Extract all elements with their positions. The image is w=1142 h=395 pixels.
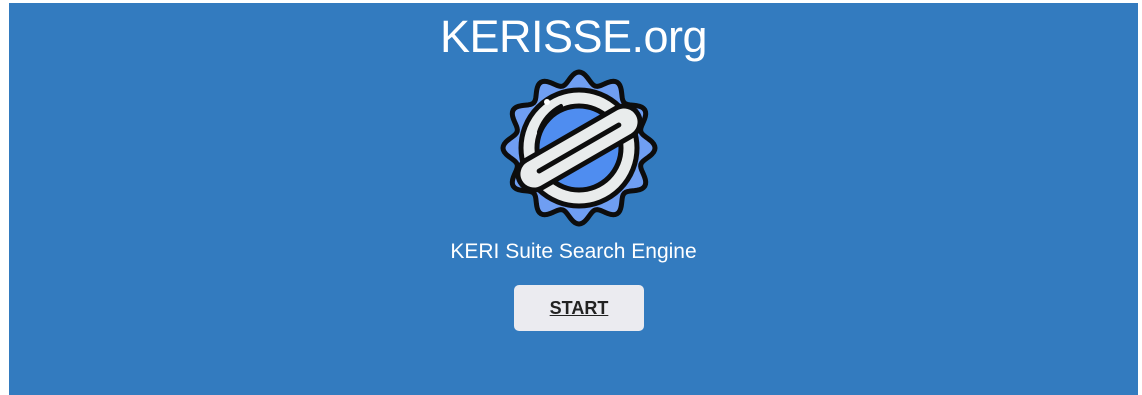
seal-badge-icon	[500, 69, 658, 227]
site-title: KERISSE.org	[439, 11, 708, 62]
logo	[499, 68, 659, 228]
hero-section: KERISSE.org KERI Suite Search Engine STA…	[9, 3, 1138, 395]
tagline: KERI Suite Search Engine	[450, 240, 697, 263]
start-button[interactable]: START	[514, 285, 644, 331]
